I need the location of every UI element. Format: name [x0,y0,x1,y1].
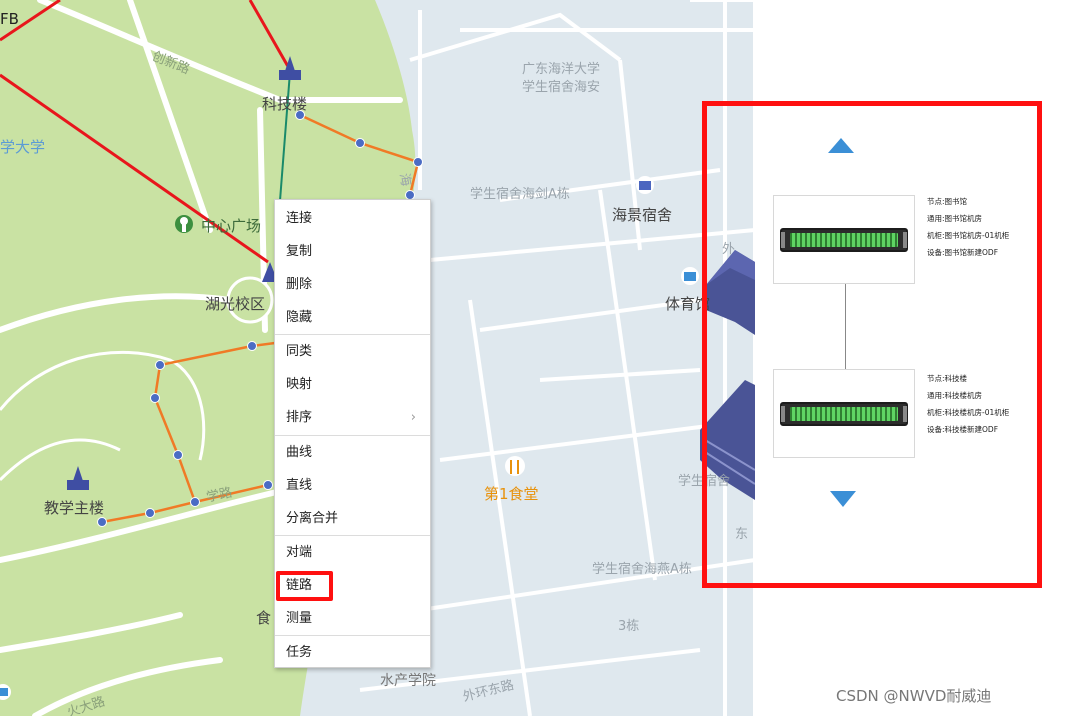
bottom-node-info: 节点:科技楼 通用:科技楼机房 机柜:科技楼机房-01机柜 设备:科技楼新建OD… [927,370,1009,438]
node-name: 节点:图书馆 [927,197,968,206]
map-label-dorm: 海景宿舍 [612,206,673,224]
node-name: 节点:科技楼 [927,374,968,383]
top-node-card[interactable] [773,195,915,284]
menu-item-hide[interactable]: 隐藏 [275,301,430,334]
menu-item-measure[interactable]: 测量 [275,602,430,635]
node-room: 通用:科技楼机房 [927,391,983,400]
map-label-university: 学大学 [0,138,46,156]
node-device: 设备:图书馆新建ODF [927,248,999,257]
map-label-canteen: 第1食堂 [484,485,539,503]
scroll-down-arrow-icon[interactable] [830,491,856,507]
menu-item-curve[interactable]: 曲线 [275,436,430,469]
odf-device-icon [780,402,908,426]
map-label-fb: FB [0,10,19,28]
map-label-college: 水产学院 [380,673,436,689]
menu-item-link-highlight-box [276,571,333,601]
link-panel-highlight-box [702,101,1042,588]
node-room: 通用:图书馆机房 [927,214,983,223]
menu-item-copy[interactable]: 复制 [275,235,430,268]
menu-item-sort[interactable]: 排序 › [275,401,430,434]
map-label-building[interactable]: 教学主楼 [44,497,104,518]
map-label-university: 广东海洋大学 [522,62,601,77]
menu-item-peer[interactable]: 对端 [275,536,430,569]
menu-item-split-merge[interactable]: 分离合并 [275,502,430,535]
scroll-up-arrow-icon[interactable] [828,138,854,153]
menu-item-mapping[interactable]: 映射 [275,368,430,401]
map-label-dorm: 学生宿舍海安 [522,80,601,95]
menu-item-sort-label: 排序 [286,410,313,425]
menu-item-delete[interactable]: 删除 [275,268,430,301]
map-label-building: 3栋 [618,619,640,634]
node-device: 设备:科技楼新建ODF [927,425,999,434]
map-label-dorm: 学生宿舍海燕A栋 [592,562,692,577]
map-label-campus[interactable]: 湖光校区 [205,293,265,314]
map-label-building[interactable]: 科技楼 [262,93,307,114]
watermark: CSDN @NWVD耐威迪 [836,687,992,705]
top-node-info: 节点:图书馆 通用:图书馆机房 机柜:图书馆机房-01机柜 设备:图书馆新建OD… [927,193,1009,261]
node-cabinet: 机柜:图书馆机房-01机柜 [927,231,1010,240]
menu-item-task[interactable]: 任务 [275,636,430,669]
map-label-square: 中心广场 [201,217,262,235]
odf-device-icon [780,228,908,252]
menu-item-connect[interactable]: 连接 [275,202,430,235]
map-label-dorm: 学生宿舍海剑A栋 [470,187,570,202]
bottom-node-card[interactable] [773,369,915,458]
menu-item-same-type[interactable]: 同类 [275,335,430,368]
map-label-canteen: 食 [256,609,272,627]
chevron-right-icon: › [410,410,416,425]
node-cabinet: 机柜:科技楼机房-01机柜 [927,408,1010,417]
menu-item-straight-line[interactable]: 直线 [275,469,430,502]
